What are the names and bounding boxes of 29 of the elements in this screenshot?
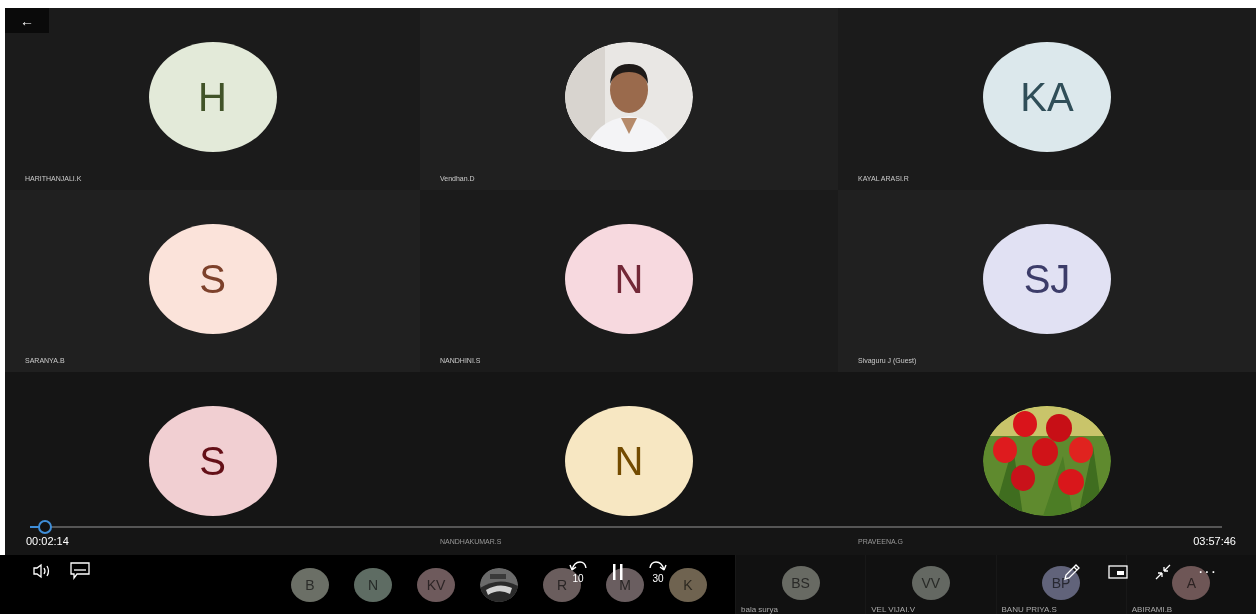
forward-button[interactable]: 30: [648, 560, 668, 584]
rewind-icon: [568, 560, 588, 572]
avatar: S: [148, 406, 277, 516]
captions-icon[interactable]: [68, 560, 92, 582]
avatar: BS: [781, 566, 820, 600]
picture-in-picture-icon[interactable]: [1106, 563, 1130, 581]
elapsed-time: 00:02:14: [26, 535, 69, 547]
back-button[interactable]: ←: [5, 8, 49, 33]
avatar: S: [148, 224, 277, 334]
total-time: 03:57:46: [1193, 535, 1236, 547]
avatar: N: [565, 224, 693, 334]
avatar: K: [669, 567, 707, 602]
avatar: M: [606, 567, 644, 602]
avatar: N: [565, 406, 693, 516]
avatar: SJ: [983, 224, 1111, 334]
more-button[interactable]: ···: [1196, 561, 1219, 583]
avatar: BP: [1042, 566, 1081, 600]
avatar: B: [291, 567, 329, 602]
avatar: VV: [911, 566, 950, 600]
avatar: H: [148, 42, 277, 152]
avatar: KV: [417, 567, 455, 602]
participant-name: VEL VIJAI.V: [871, 605, 915, 614]
avatar: KA: [983, 42, 1111, 152]
forward-icon: [648, 560, 668, 572]
participant-name: ABIRAMI.B: [1131, 605, 1173, 614]
seek-thumb[interactable]: [38, 520, 53, 534]
participant-name: bala surya: [741, 605, 778, 614]
participant-name: BANU PRIYA.S: [1001, 605, 1057, 614]
avatar: N: [354, 567, 392, 602]
